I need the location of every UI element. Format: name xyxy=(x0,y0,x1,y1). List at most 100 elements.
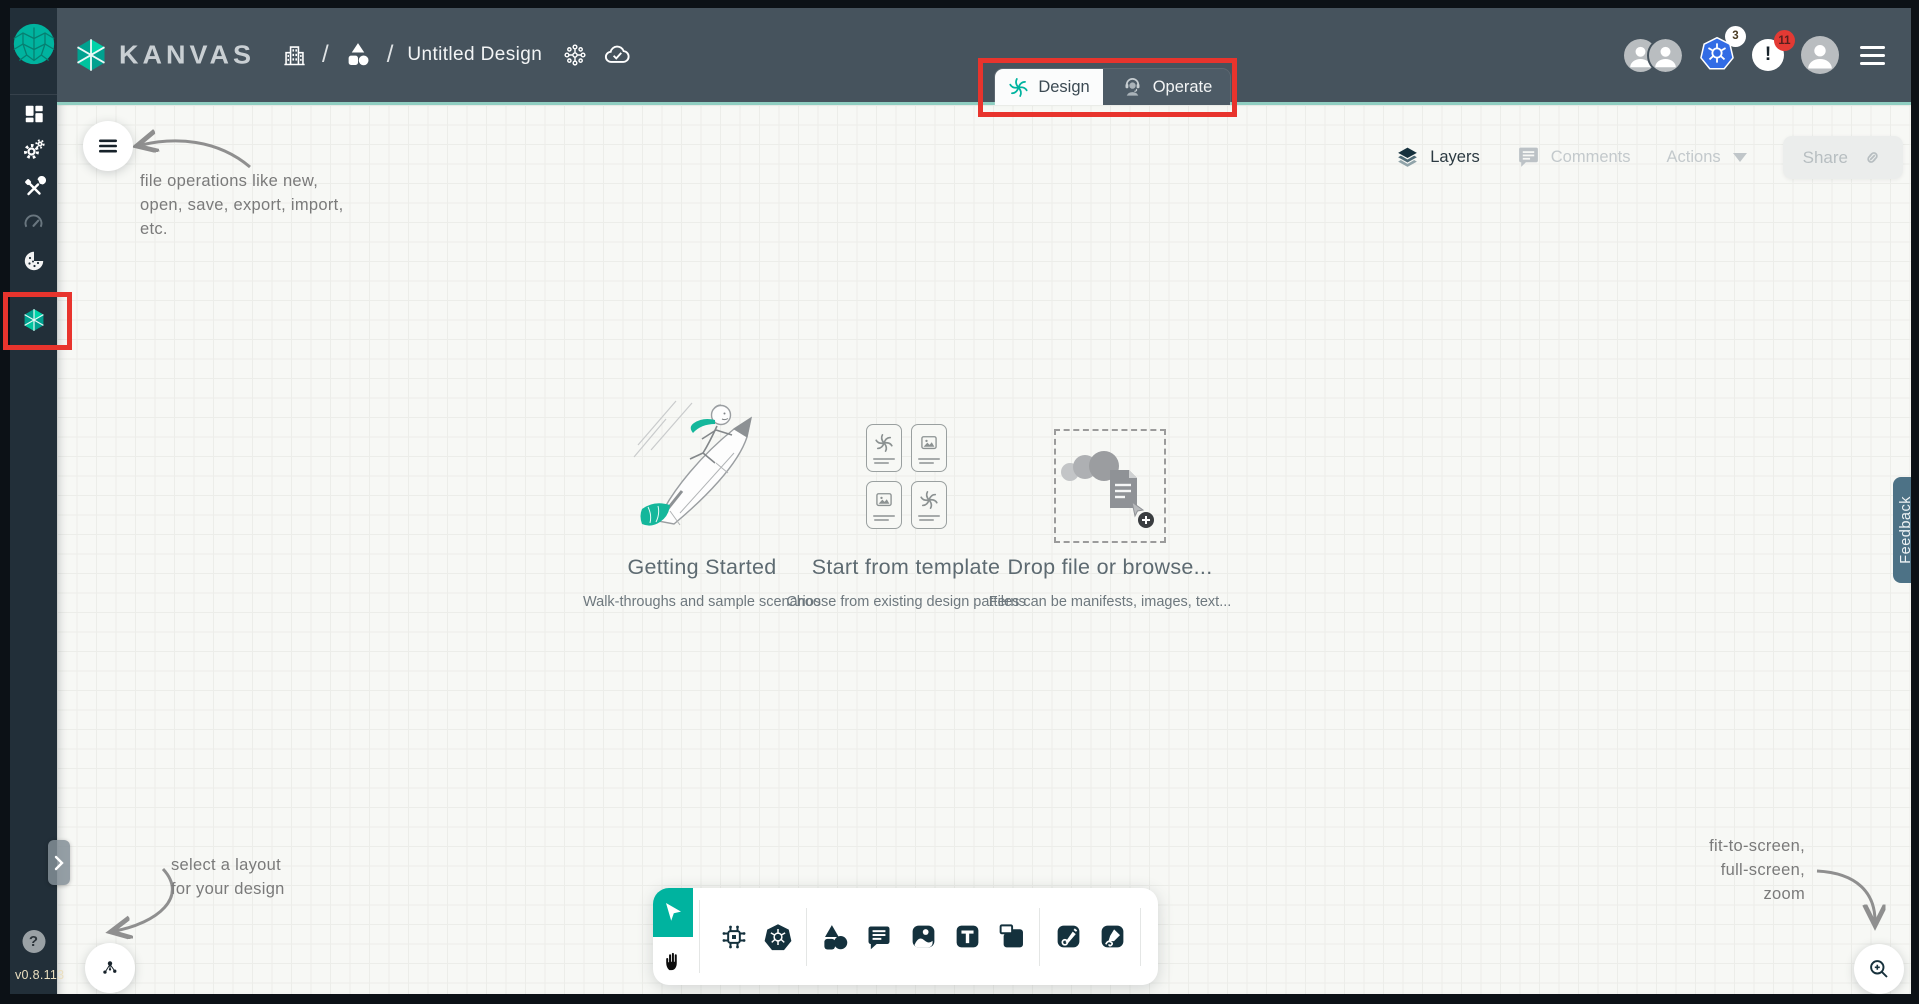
annotation-zoom-controls: fit-to-screen, full-screen, zoom xyxy=(1709,834,1805,906)
template-tile-design xyxy=(866,424,902,472)
comment-tool[interactable] xyxy=(862,920,896,954)
layers-icon xyxy=(1395,145,1420,170)
breadcrumb-separator: / xyxy=(322,41,329,69)
main-area: KANVAS / / Untit xyxy=(57,8,1911,994)
file-operations-menu-button[interactable] xyxy=(83,121,133,171)
operator-headset-icon xyxy=(1121,76,1144,99)
toolbar-help-button[interactable]: ? xyxy=(1152,920,1158,954)
getting-started-subtitle: Walk-throughs and sample scenarios xyxy=(583,594,821,610)
design-name[interactable]: Untitled Design xyxy=(407,44,542,66)
pen-tool[interactable] xyxy=(1051,920,1085,954)
kanvas-hexagon-icon xyxy=(21,307,47,333)
zoom-in-icon xyxy=(1867,957,1891,981)
select-arrow-tool[interactable] xyxy=(653,888,693,937)
select-tool-group xyxy=(653,888,693,985)
tools-icon xyxy=(22,176,46,200)
feedback-label: Feedback xyxy=(1898,496,1911,564)
mode-toggle: Design Operate xyxy=(995,69,1230,105)
dock-toolbar: ? xyxy=(653,888,1158,985)
layout-selector-button[interactable] xyxy=(85,943,135,993)
template-tile-image xyxy=(866,481,902,529)
user-avatar[interactable] xyxy=(1801,36,1839,74)
workspace-icon[interactable] xyxy=(343,40,373,70)
template-tile-image xyxy=(911,424,947,472)
cloud-save-icon[interactable] xyxy=(602,40,632,70)
avatar xyxy=(1649,39,1682,72)
help-label: ? xyxy=(29,933,38,950)
tab-design[interactable]: Design xyxy=(995,69,1103,105)
design-canvas[interactable]: file operations like new, open, save, ex… xyxy=(57,105,1911,994)
hamburger-menu-icon xyxy=(96,134,120,158)
shapes-tool[interactable] xyxy=(818,920,852,954)
notifications-button[interactable]: ! 11 xyxy=(1752,39,1784,71)
sidebar-item-kanvas[interactable] xyxy=(20,306,48,334)
template-title: Start from template xyxy=(812,555,1001,580)
start-from-template-card[interactable]: Start from template Choose from existing… xyxy=(817,393,995,610)
upload-cloud-doc-icon xyxy=(1058,436,1162,536)
sidebar-item-settings[interactable] xyxy=(20,135,48,163)
comments-icon xyxy=(1516,145,1541,170)
menu-button[interactable] xyxy=(1856,42,1889,69)
getting-started-card[interactable]: Getting Started Walk-throughs and sample… xyxy=(613,393,791,610)
dropzone-illustration xyxy=(1054,393,1166,543)
gears-icon xyxy=(22,137,46,161)
notification-count-badge: 11 xyxy=(1774,30,1795,51)
sidebar-expand-button[interactable] xyxy=(48,840,70,885)
kanvas-brand[interactable]: KANVAS xyxy=(73,37,255,73)
sidebar-item-performance[interactable] xyxy=(20,208,48,236)
breadcrumb: / / Untitled Design xyxy=(281,40,632,70)
drop-file-card[interactable]: Drop file or browse... Files can be mani… xyxy=(1021,393,1199,610)
note-tool[interactable] xyxy=(994,920,1028,954)
getting-started-title: Getting Started xyxy=(627,555,776,580)
layers-button[interactable]: Layers xyxy=(1395,145,1480,170)
onboarding-cards: Getting Started Walk-throughs and sample… xyxy=(613,393,1199,610)
mesh-sphere-icon xyxy=(22,249,46,273)
template-tile-design xyxy=(911,481,947,529)
cursor-arrow-icon xyxy=(661,900,685,924)
sidebar-item-dashboard[interactable] xyxy=(20,100,48,128)
annotation-select-layout: select a layout for your design xyxy=(171,853,285,901)
share-button[interactable]: Share xyxy=(1783,136,1903,179)
tab-operate[interactable]: Operate xyxy=(1103,69,1230,105)
dashboard-icon xyxy=(23,103,45,125)
media-tool[interactable] xyxy=(906,920,940,954)
tool-buttons: ? xyxy=(706,888,1158,985)
actions-caret-icon[interactable] xyxy=(1733,153,1747,162)
comments-label: Comments xyxy=(1551,148,1631,167)
sidebar-divider xyxy=(10,94,57,95)
sidebar-item-toolbox[interactable] xyxy=(20,174,48,202)
zoom-controls-button[interactable] xyxy=(1854,944,1904,994)
rocket-illustration xyxy=(618,393,786,543)
feedback-tab[interactable]: Feedback xyxy=(1893,477,1911,583)
share-link-icon xyxy=(1862,147,1883,168)
sidebar-item-catalog[interactable] xyxy=(20,247,48,275)
kubernetes-context-button[interactable]: 3 xyxy=(1699,35,1735,76)
text-tool[interactable] xyxy=(950,920,984,954)
kanvas-app: ? v0.8.113 KANVAS xyxy=(0,0,1919,1004)
drop-title: Drop file or browse... xyxy=(1008,555,1213,580)
speedometer-icon xyxy=(22,211,45,234)
collaborator-avatars[interactable] xyxy=(1624,39,1682,72)
hand-icon xyxy=(662,950,684,972)
actions-dropdown[interactable]: Actions xyxy=(1667,148,1721,167)
drop-subtitle: Files can be manifests, images, text... xyxy=(989,594,1232,610)
kanvas-logo-text: KANVAS xyxy=(119,40,255,70)
component-tool[interactable] xyxy=(717,920,751,954)
sketch-tool[interactable] xyxy=(1095,920,1129,954)
file-dropzone[interactable] xyxy=(1054,429,1166,543)
design-config-icon[interactable] xyxy=(562,42,588,68)
kubernetes-tool[interactable] xyxy=(761,920,795,954)
layers-label: Layers xyxy=(1430,148,1480,167)
pan-hand-tool[interactable] xyxy=(653,937,693,986)
actions-label: Actions xyxy=(1667,148,1721,167)
help-button[interactable]: ? xyxy=(22,930,45,953)
tab-operate-label: Operate xyxy=(1153,78,1213,97)
chevron-right-icon xyxy=(53,855,65,871)
comments-button[interactable]: Comments xyxy=(1516,145,1631,170)
canvas-topbar: Layers Comments Actions Share xyxy=(1395,136,1903,179)
app-version: v0.8.113 xyxy=(15,968,64,982)
organization-icon[interactable] xyxy=(281,42,308,69)
meshery-logo[interactable] xyxy=(12,22,56,71)
template-tiles xyxy=(866,393,947,543)
breadcrumb-separator: / xyxy=(387,41,394,69)
